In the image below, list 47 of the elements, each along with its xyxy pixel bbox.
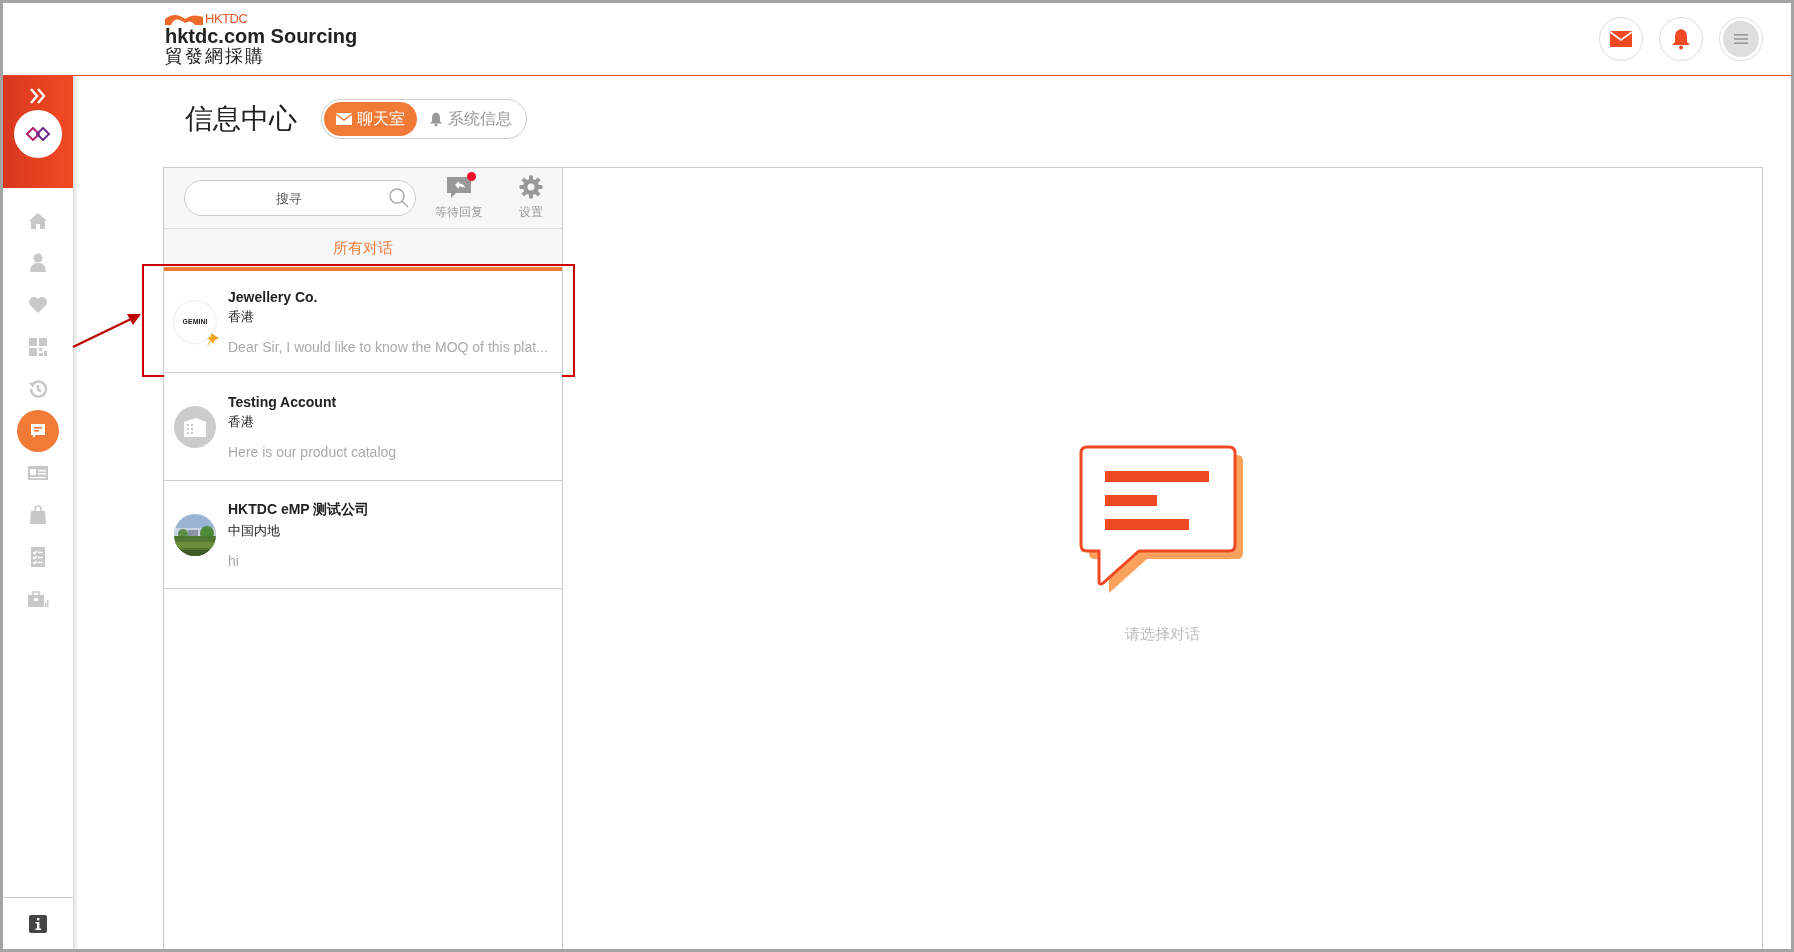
search-icon bbox=[388, 187, 410, 209]
site-subtitle: 貿發網採購 bbox=[165, 46, 266, 66]
menu-button[interactable] bbox=[1719, 17, 1763, 61]
reply-bubble-icon bbox=[446, 175, 472, 199]
contact-name: Jewellery Co. bbox=[228, 288, 319, 305]
contact-name: Testing Account bbox=[228, 393, 338, 410]
settings-icon bbox=[519, 175, 543, 199]
home-icon bbox=[27, 210, 49, 232]
user-icon bbox=[27, 252, 49, 274]
contact-region: 香港 bbox=[228, 412, 255, 431]
brand-logo-text: HKTDC bbox=[205, 12, 248, 26]
mail-button[interactable] bbox=[1599, 17, 1643, 61]
contact-name: HKTDC eMP 测试公司 bbox=[228, 500, 370, 519]
diamond-logo-icon bbox=[25, 127, 51, 141]
pointer-arrow bbox=[71, 311, 143, 351]
menu-icon bbox=[1734, 34, 1748, 44]
message-preview: hi bbox=[228, 552, 240, 569]
qr-code-icon bbox=[27, 336, 49, 358]
toolbar-action[interactable]: 设置 bbox=[502, 175, 560, 221]
search-field[interactable]: 搜寻 bbox=[184, 180, 416, 216]
page-title: 信息中心 bbox=[185, 102, 297, 136]
expand-icon[interactable] bbox=[29, 88, 47, 104]
heart-icon bbox=[27, 294, 49, 316]
company-avatar[interactable] bbox=[14, 110, 62, 158]
notification-button[interactable] bbox=[1659, 17, 1703, 61]
info-icon[interactable] bbox=[29, 915, 47, 933]
tab[interactable]: 系统信息 bbox=[417, 102, 524, 136]
bell-icon bbox=[429, 111, 443, 127]
bell-icon bbox=[1671, 28, 1691, 50]
mail-icon bbox=[336, 113, 352, 125]
site-title: hktdc.com Sourcing bbox=[165, 25, 358, 47]
tab[interactable]: 所有对话 bbox=[164, 229, 562, 271]
briefcase-icon bbox=[27, 588, 49, 610]
wave-logo-icon bbox=[165, 13, 203, 26]
toolbar-action[interactable]: 等待回复 bbox=[430, 175, 488, 221]
empty-message: 请选择对话 bbox=[1125, 624, 1200, 644]
shopping-bag-icon bbox=[27, 504, 49, 526]
message-preview: Here is our product catalog bbox=[228, 443, 397, 460]
building-icon bbox=[182, 415, 208, 438]
contact-region: 香港 bbox=[228, 307, 255, 326]
mail-icon bbox=[1610, 31, 1632, 47]
sidebar-item[interactable] bbox=[17, 410, 59, 452]
history-icon bbox=[27, 378, 49, 400]
tab[interactable]: 聊天室 bbox=[324, 102, 417, 136]
message-preview: Dear Sir, I would like to know the MOQ of this plat... bbox=[228, 338, 548, 355]
contact-region: 中国内地 bbox=[228, 521, 281, 540]
conversation-item[interactable]: Testing Account 香港 Here is our product catalog bbox=[164, 373, 562, 481]
